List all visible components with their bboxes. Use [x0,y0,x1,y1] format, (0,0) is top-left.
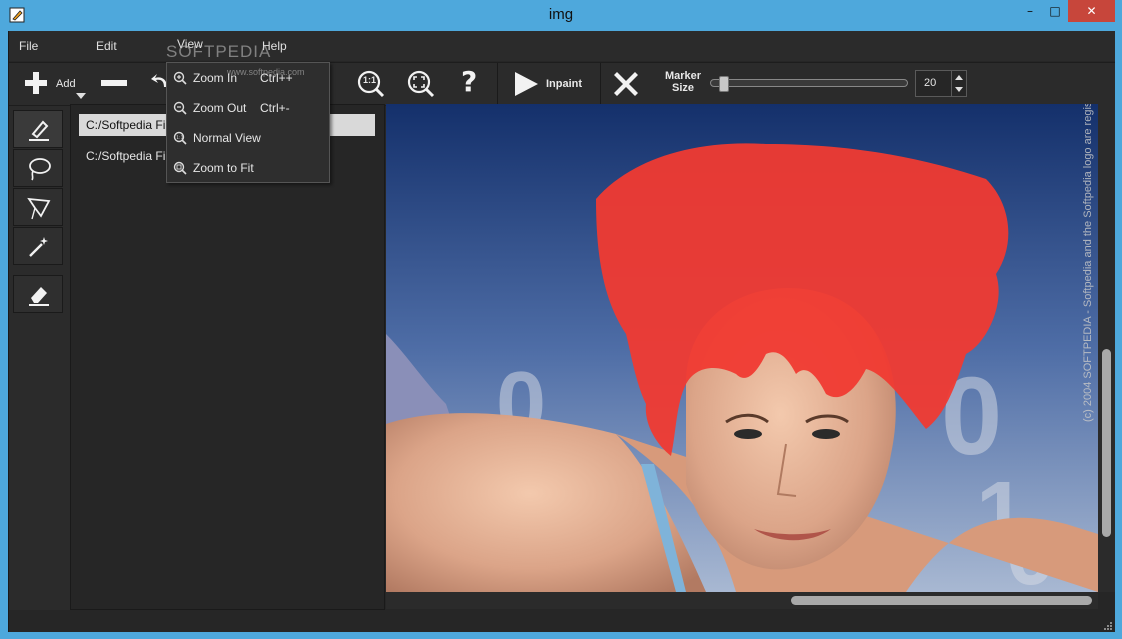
canvas-side-watermark: (c) 2004 SOFTPEDIA - Softpedia and the S… [1082,104,1094,422]
window-title: img [548,6,574,23]
help-icon: ? [461,65,478,98]
plus-icon [25,72,47,94]
add-button[interactable]: Add [15,63,90,105]
zoom-actual-size-label: 1:1 [363,75,377,85]
menu-item-label: Zoom Out [193,101,247,115]
polygon-lasso-icon [27,197,51,220]
horizontal-scrollbar[interactable] [386,592,1098,609]
slider-handle[interactable] [719,76,730,92]
minimize-button[interactable]: – [1018,0,1042,22]
remove-button[interactable] [95,63,131,105]
menu-item-shortcut: Ctrl+- [260,101,290,115]
menu-item-shortcut: Ctrl++ [260,71,293,85]
marker-size-value: 20 [924,77,937,89]
view-menu-dropdown: www.softpedia.com Zoom In Ctrl++ Zoom Ou… [166,62,330,183]
inpaint-label: Inpaint [546,78,583,90]
menu-item-normal-view[interactable]: 1:1 Normal View [167,123,329,153]
menu-bar: File Edit View Help SOFTPEDIA [9,31,1115,61]
zoom-fit-icon [173,161,187,175]
svg-text:1:1: 1:1 [176,135,183,141]
zoom-normal-icon: 1:1 [173,131,187,145]
close-x-icon [614,72,638,96]
marker-tool-button[interactable] [13,110,63,148]
add-label: Add [56,78,76,90]
menu-item-zoom-out[interactable]: Zoom Out Ctrl+- [167,93,329,123]
menu-item-label: Normal View [193,131,261,145]
marker-icon [29,120,49,141]
image-canvas[interactable]: 0 0 1 0 (c) 2004 SOFTPE [386,104,1098,592]
zoom-fit-button[interactable] [405,63,435,105]
clear-mask-button[interactable] [611,63,645,105]
lasso-tool-button[interactable] [13,149,63,187]
inpaint-button[interactable]: Inpaint [505,63,601,105]
menu-edit[interactable]: Edit [96,39,117,53]
marker-size-spinbox[interactable]: 20 [915,63,967,105]
toolbar-divider [497,63,498,105]
close-window-button[interactable]: ✕ [1068,0,1115,22]
lasso-icon [29,158,51,181]
title-bar: img – □ ✕ [0,0,1122,31]
resize-grip-icon[interactable] [1102,620,1112,630]
magic-wand-tool-button[interactable] [13,227,63,265]
size-label: Size [671,82,694,94]
vertical-scroll-thumb[interactable] [1102,349,1111,537]
window-border-right [1114,31,1122,632]
minus-icon [101,80,127,86]
help-button[interactable]: ? [457,63,487,105]
toolbar-divider [600,63,601,105]
zoom-out-icon [173,101,187,115]
horizontal-scroll-thumb[interactable] [791,596,1092,605]
softpedia-watermark: SOFTPEDIA [166,42,272,61]
slider-track [710,79,908,87]
status-bar [9,610,1115,632]
menu-item-zoom-to-fit[interactable]: Zoom to Fit [167,153,329,183]
spinbox-field[interactable]: 20 [915,70,967,97]
selection-tools-panel [9,106,70,610]
dropdown-arrow-icon [76,93,86,99]
menu-item-label: Zoom to Fit [193,161,254,175]
marker-size-label: Marker Size [653,63,713,105]
play-icon [515,72,538,96]
zoom-in-icon [173,71,187,85]
zoom-fit-icon [407,70,435,98]
eraser-tool-button[interactable] [13,275,63,313]
vertical-scrollbar[interactable] [1098,104,1115,592]
marker-label: Marker [664,70,702,82]
spin-up-icon[interactable] [955,74,963,80]
menu-item-label: Zoom In [193,71,238,85]
menu-item-zoom-in[interactable]: Zoom In Ctrl++ [167,63,329,93]
maximize-button[interactable]: □ [1043,0,1067,22]
eraser-icon [29,287,49,306]
window-border-left [0,31,8,632]
polygon-lasso-tool-button[interactable] [13,188,63,226]
magic-wand-icon [29,237,48,257]
spin-down-icon[interactable] [955,87,963,93]
window-border-bottom [0,632,1122,639]
menu-file[interactable]: File [19,39,38,53]
canvas-image: 0 0 1 0 (c) 2004 SOFTPE [386,104,1098,592]
marker-size-slider[interactable] [710,63,908,105]
zoom-actual-size-button[interactable]: 1:1 [355,63,385,105]
spinbox-divider [951,71,952,96]
